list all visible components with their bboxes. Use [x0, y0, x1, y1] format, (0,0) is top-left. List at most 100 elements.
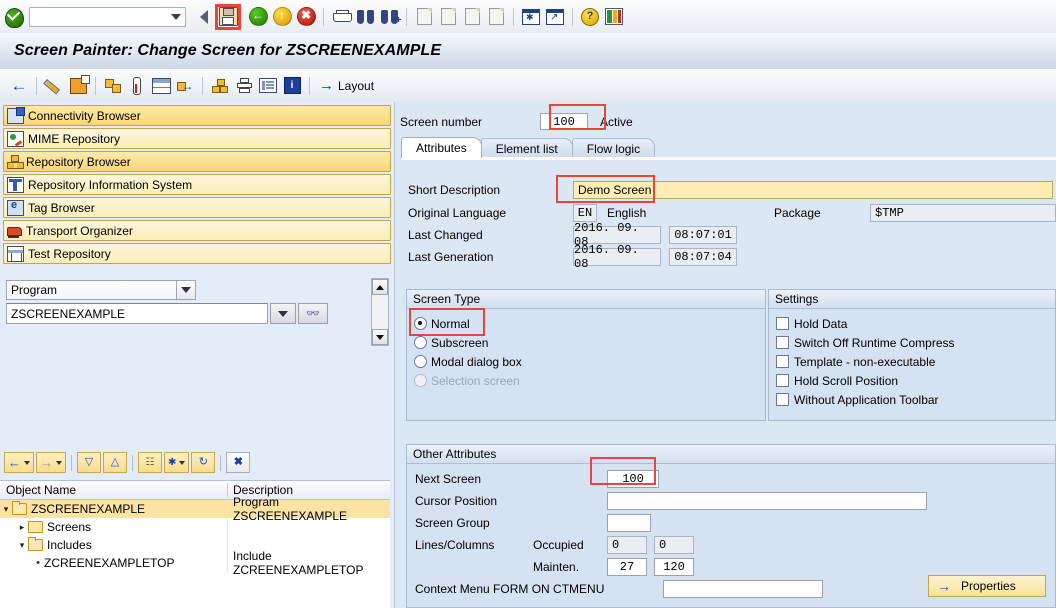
sidebar-item-label: Transport Organizer — [26, 223, 133, 238]
twisty-collapsed-icon[interactable]: ▸ — [16, 522, 28, 533]
create-session-icon[interactable]: ✱ — [520, 6, 542, 28]
context-menu-input[interactable] — [663, 580, 823, 598]
sidebar-item-connectivity-browser[interactable]: Connectivity Browser — [3, 105, 391, 126]
chevron-down-icon[interactable] — [171, 13, 181, 20]
info-icon[interactable]: i — [281, 75, 303, 97]
checkbox-without-application-toolbar[interactable]: Without Application Toolbar — [769, 390, 1055, 409]
back-arrow-icon[interactable]: ← — [8, 75, 30, 97]
radio-subscreen[interactable]: Subscreen — [407, 333, 765, 352]
next-page-icon[interactable] — [461, 6, 483, 28]
layout-button[interactable]: → Layout — [319, 78, 374, 93]
chevron-down-icon[interactable] — [176, 281, 195, 299]
enter-ok-icon[interactable] — [4, 6, 24, 28]
last-page-icon[interactable] — [485, 6, 507, 28]
radio-label: Normal — [431, 316, 470, 331]
command-field[interactable] — [29, 6, 186, 27]
tree-expand-button[interactable]: ▽ — [77, 452, 101, 473]
checkbox-hold-data[interactable]: Hold Data — [769, 314, 1055, 333]
checkbox-hold-scroll-position[interactable]: Hold Scroll Position — [769, 371, 1055, 390]
radio-normal[interactable]: Normal — [407, 314, 765, 333]
tab-element-list[interactable]: Element list — [480, 138, 573, 158]
cancel-icon[interactable]: ✖ — [295, 6, 317, 28]
tree-back-button[interactable]: ← — [4, 452, 34, 473]
find-icon[interactable] — [354, 6, 376, 28]
occupied-label: Occupied — [533, 538, 584, 552]
nav-scrollbar[interactable] — [371, 278, 389, 346]
last-changed-label: Last Changed — [408, 228, 483, 242]
radio-modal-dialog-box[interactable]: Modal dialog box — [407, 352, 765, 371]
activate-icon[interactable] — [67, 74, 90, 97]
sidebar-item-tag-browser[interactable]: Tag Browser — [3, 197, 391, 218]
properties-button[interactable]: → Properties — [928, 575, 1046, 597]
object-selector: Program ZSCREENEXAMPLE 👓 — [6, 280, 366, 324]
hierarchy-icon[interactable] — [209, 75, 231, 97]
checkbox-template-non-executable[interactable]: Template - non-executable — [769, 352, 1055, 371]
tree-forward-button[interactable]: → — [36, 452, 66, 473]
stack-icon[interactable] — [233, 75, 255, 97]
tree-hierarchy-button[interactable]: ☷ — [138, 452, 162, 473]
other-object-icon[interactable] — [102, 75, 124, 97]
checkbox-switch-off-runtime-compress[interactable]: Switch Off Runtime Compress — [769, 333, 1055, 352]
tree-close-button[interactable]: ✖ — [226, 452, 251, 473]
first-page-icon[interactable] — [413, 6, 435, 28]
tab-flow-logic[interactable]: Flow logic — [571, 138, 656, 158]
table-icon[interactable] — [150, 75, 172, 97]
element-list-icon[interactable] — [257, 75, 279, 97]
object-name-display-button[interactable]: 👓 — [298, 303, 328, 324]
twisty-expanded-icon[interactable]: ▾ — [16, 540, 28, 551]
help-icon[interactable]: ? — [579, 6, 601, 28]
sidebar-item-mime-repository[interactable]: MIME Repository — [3, 128, 391, 149]
mainten-columns-input[interactable]: 120 — [654, 558, 694, 576]
mainten-lines-input[interactable]: 27 — [607, 558, 647, 576]
object-name-dropdown-button[interactable] — [270, 303, 296, 324]
folder-open-icon — [28, 537, 43, 551]
table-row[interactable]: ▸ Screens — [0, 518, 390, 536]
sidebar-item-transport-organizer[interactable]: Transport Organizer — [3, 220, 391, 241]
context-menu-label: Context Menu FORM ON CTMENU — [415, 582, 605, 596]
previous-page-icon[interactable] — [437, 6, 459, 28]
navigate-icon[interactable]: → — [174, 75, 196, 97]
test-icon[interactable] — [126, 75, 148, 97]
table-row[interactable]: ▾ ZSCREENEXAMPLE Program ZSCREENEXAMPLE — [0, 495, 390, 523]
next-screen-input[interactable]: 100 — [607, 470, 659, 488]
tab-attributes[interactable]: Attributes — [401, 137, 482, 158]
short-description-input[interactable]: Demo Screen — [573, 181, 1053, 199]
occupied-lines-input: 0 — [607, 536, 647, 554]
tree-collapse-button[interactable]: △ — [103, 452, 127, 473]
radio-label: Modal dialog box — [431, 354, 522, 369]
object-name-input[interactable]: ZSCREENEXAMPLE — [6, 303, 268, 324]
customize-layout-icon[interactable] — [603, 6, 625, 28]
short-description-label: Short Description — [408, 183, 501, 197]
save-button[interactable] — [215, 3, 241, 30]
print-icon[interactable] — [330, 6, 352, 28]
screen-group-input[interactable] — [607, 514, 651, 532]
tree-refresh-button[interactable]: ↻ — [191, 452, 216, 473]
status-badge: Active — [600, 114, 633, 129]
glasses-icon: 👓 — [306, 308, 320, 320]
scroll-down-button[interactable] — [372, 329, 388, 345]
sidebar-item-repository-browser[interactable]: Repository Browser — [3, 151, 391, 172]
table-row[interactable]: • ZCREENEXAMPLETOP Include ZCREENEXAMPLE… — [0, 549, 390, 577]
back-icon[interactable]: ← — [247, 6, 269, 28]
screen-number-input[interactable]: 100 — [540, 113, 588, 130]
radio-button-icon — [414, 317, 427, 330]
find-next-icon[interactable]: + — [378, 6, 402, 28]
application-toolbar: ← → i → Layout — [0, 69, 1056, 103]
last-generation-date: 2016. 09. 08 — [573, 243, 661, 271]
tree-filter-button[interactable]: ✱ — [164, 452, 190, 473]
check-syntax-icon[interactable] — [43, 75, 65, 97]
twisty-expanded-icon[interactable]: ▾ — [0, 504, 12, 515]
create-shortcut-icon[interactable]: ↗ — [544, 6, 566, 28]
enter-triangle-icon[interactable] — [193, 6, 215, 28]
tree-node-description: Program ZSCREENEXAMPLE — [228, 495, 390, 523]
original-language-code: EN — [573, 204, 597, 222]
cursor-position-input[interactable] — [607, 492, 927, 510]
sidebar-item-test-repository[interactable]: Test Repository — [3, 243, 391, 264]
exit-icon[interactable]: ↑ — [271, 6, 293, 28]
screen-group-label: Screen Group — [415, 516, 490, 530]
sidebar-item-repository-information-system[interactable]: Repository Information System — [3, 174, 391, 195]
scroll-up-button[interactable] — [372, 279, 388, 295]
checkbox-label: Switch Off Runtime Compress — [794, 335, 955, 350]
properties-button-label: Properties — [961, 579, 1016, 593]
object-type-select[interactable]: Program — [6, 280, 196, 300]
